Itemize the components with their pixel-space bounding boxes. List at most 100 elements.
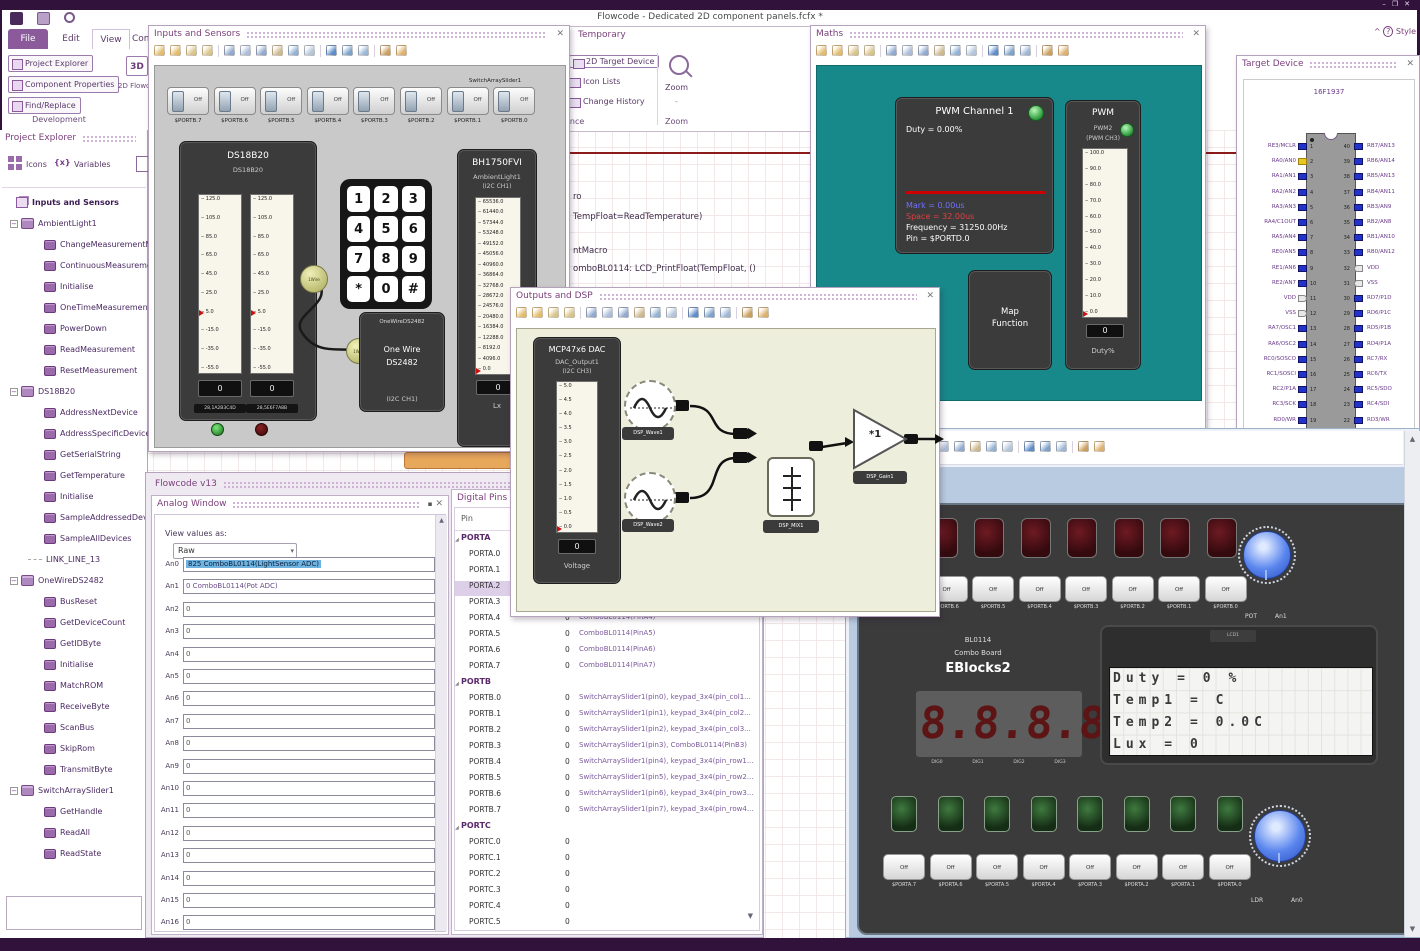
pwm-channel-block[interactable]: PWM Channel 1 Duty = 0.00% Mark = 0.00us… <box>895 97 1054 254</box>
digital-pin-row[interactable]: PORTB.2 0 SwitchArraySlider1(pin2), keypad… <box>455 725 759 740</box>
project-explorer-button[interactable]: Project Explorer <box>8 55 94 72</box>
tree-item[interactable]: Inputs and Sensors <box>2 192 148 213</box>
tree-item[interactable]: Initialise <box>2 486 148 507</box>
toolbar-icon-13[interactable] <box>704 307 715 318</box>
tree-item[interactable]: ChangeMeasurementMode <box>2 234 148 255</box>
analog-row-input[interactable]: 0 <box>183 713 435 729</box>
tree-item[interactable]: − SwitchArraySlider1 <box>2 780 148 801</box>
toolbar-icon-7[interactable] <box>954 441 965 452</box>
3d-panel-button[interactable]: 3D <box>126 56 148 76</box>
toolbar-icon-9[interactable] <box>650 307 661 318</box>
close-icon[interactable]: ✕ <box>1192 29 1200 39</box>
digital-pin-row[interactable]: PORTB.3 0 SwitchArraySlider1(pin3), ComboB… <box>455 741 759 756</box>
porta-button[interactable]: Off <box>1162 854 1204 880</box>
porta-button[interactable]: Off <box>1208 854 1251 880</box>
toolbar-icon-9[interactable] <box>950 45 961 56</box>
porta-button[interactable]: Off <box>1022 854 1065 880</box>
help-icon[interactable]: ? <box>1383 26 1394 37</box>
tree-item[interactable]: PowerDown <box>2 318 148 339</box>
dsp-mix-block[interactable] <box>767 457 815 517</box>
expand-icon[interactable]: − <box>10 786 18 795</box>
porta-button[interactable]: Off <box>1115 854 1158 880</box>
tree-item[interactable]: SkipRom <box>2 738 148 759</box>
toolbar-icon-10[interactable] <box>966 45 977 56</box>
zoom-label[interactable]: Zoom <box>665 83 688 92</box>
close-icon[interactable]: ✕ <box>1406 59 1414 69</box>
tree-item[interactable]: GetIDByte <box>2 633 148 654</box>
toolbar-icon-0[interactable] <box>816 45 827 56</box>
pot-knob[interactable] <box>1243 531 1291 580</box>
digital-pin-row[interactable]: PORTA.5 0 ComboBL0114(PinA5) <box>455 629 759 644</box>
close-icon[interactable]: ✕ <box>926 291 934 301</box>
digital-pin-row[interactable]: PORTC.2 0 <box>455 869 759 884</box>
toolbar-icon-14[interactable] <box>358 45 369 56</box>
toolbar-icon-8[interactable] <box>634 307 645 318</box>
toolbar-icon-12[interactable] <box>988 45 999 56</box>
style-button[interactable]: Style <box>1396 27 1416 36</box>
expand-icon[interactable]: − <box>10 219 18 228</box>
digital-pin-row[interactable]: PORTB.0 0 SwitchArraySlider1(pin0), keypad… <box>455 693 759 708</box>
analog-row-input[interactable]: 0 <box>183 736 435 752</box>
toolbar-icon-6[interactable] <box>240 45 251 56</box>
portb-button[interactable]: Off <box>972 576 1014 602</box>
porta-button[interactable]: Off <box>929 854 972 880</box>
analog-row-input[interactable]: 0 <box>183 601 435 617</box>
tree-item[interactable]: AddressSpecificDevice <box>2 423 148 444</box>
toolbar-icon-16[interactable] <box>1042 45 1053 56</box>
toolbar-icon-10[interactable] <box>1002 441 1013 452</box>
toolbar-icon-14[interactable] <box>1056 441 1067 452</box>
toolbar-icon-2[interactable] <box>548 307 559 318</box>
toolbar-icon-5[interactable] <box>886 45 897 56</box>
panel-switch[interactable]: Off <box>213 87 256 115</box>
tab-file[interactable]: File <box>8 29 48 49</box>
digital-pin-row[interactable]: PORTC.4 0 <box>455 901 759 916</box>
tree-item[interactable]: Initialise <box>2 654 148 675</box>
panel-switch[interactable]: Off <box>493 87 536 115</box>
tree-item[interactable]: SampleAddressedDevice <box>2 507 148 528</box>
toolbar-icon-3[interactable] <box>202 45 213 56</box>
analog-row-input[interactable]: 0 <box>183 691 435 707</box>
scroll-down-icon[interactable]: ▼ <box>748 912 753 920</box>
tree-item[interactable]: ContinuousMeasurement <box>2 255 148 276</box>
variables-icon[interactable]: {x} <box>54 158 71 167</box>
scroll-up-icon[interactable]: ▲ <box>1405 435 1420 443</box>
change-history-toggle[interactable]: Change History <box>569 97 645 108</box>
digital-pin-row[interactable]: PORTB.4 0 SwitchArraySlider1(pin4), keypad… <box>455 757 759 772</box>
portb-button[interactable]: Off <box>1204 576 1247 602</box>
toolbar-icon-6[interactable] <box>902 45 913 56</box>
digital-pin-row[interactable]: PORTB.6 0 SwitchArraySlider1(pin6), keypad… <box>455 789 759 804</box>
toolbar-icon-9[interactable] <box>288 45 299 56</box>
tree-item[interactable]: SampleAllDevices <box>2 528 148 549</box>
onewire-block[interactable]: OneWireDS2482 One Wire DS2482 (I2C CH1) <box>359 312 445 412</box>
analog-row-input[interactable]: 0 <box>183 669 435 684</box>
toolbar-icon-0[interactable] <box>154 45 165 56</box>
tree-item[interactable]: ReadState <box>2 843 148 864</box>
variables-label[interactable]: Variables <box>74 160 111 169</box>
map-function-block[interactable]: Map Function <box>968 270 1052 370</box>
close-icon[interactable]: ✕ <box>1404 0 1416 8</box>
portb-button[interactable]: Off <box>1111 576 1154 602</box>
keypad-key-0[interactable]: 0 <box>374 276 398 302</box>
2d-flowchart-button[interactable]: 2D Flowch <box>118 82 152 90</box>
icons-label[interactable]: Icons <box>26 160 47 169</box>
toolbar-icon-7[interactable] <box>618 307 629 318</box>
toolbar-icon-17[interactable] <box>1094 441 1105 452</box>
porta-button[interactable]: Off <box>883 854 925 880</box>
toolbar-icon-1[interactable] <box>532 307 543 318</box>
scroll-up-icon[interactable]: ▲ <box>436 517 447 524</box>
toolbar-icon-8[interactable] <box>934 45 945 56</box>
digital-pin-row[interactable]: PORTC.5 0 <box>455 917 759 930</box>
expand-icon[interactable]: − <box>10 576 18 585</box>
tab-view[interactable]: View <box>92 29 130 49</box>
panel-switch[interactable]: Off <box>400 87 442 115</box>
2d-target-device-toggle[interactable]: 2D Target Device <box>569 55 660 69</box>
ds18b20-value-2[interactable]: 0 <box>250 380 294 397</box>
toolbar-icon-5[interactable] <box>224 45 235 56</box>
tree-item[interactable]: BusReset <box>2 591 148 612</box>
toolbar-icon-17[interactable] <box>396 45 407 56</box>
tree-item[interactable]: Initialise <box>2 276 148 297</box>
expand-icon[interactable]: − <box>10 387 18 396</box>
toolbar-icon-1[interactable] <box>832 45 843 56</box>
porta-button[interactable]: Off <box>1069 854 1111 880</box>
toolbar-icon-12[interactable] <box>1024 441 1035 452</box>
